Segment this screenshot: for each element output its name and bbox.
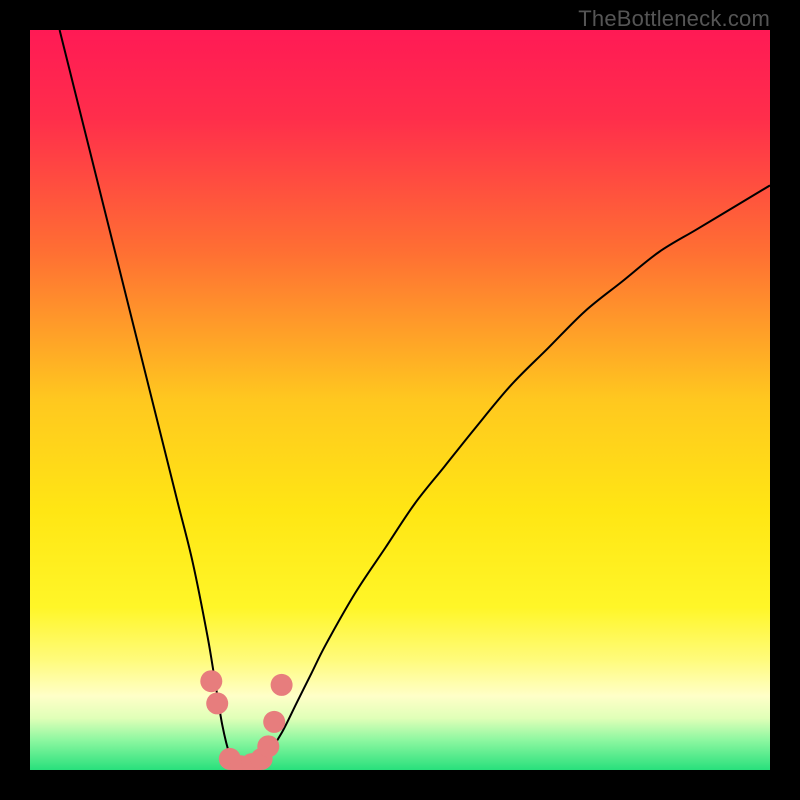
highlight-dot	[200, 670, 222, 692]
highlight-dot	[206, 692, 228, 714]
highlight-dot	[257, 735, 279, 757]
curve-layer	[30, 30, 770, 770]
highlight-dots	[200, 670, 292, 770]
watermark-text: TheBottleneck.com	[578, 6, 770, 32]
bottleneck-curve	[60, 30, 770, 770]
highlight-dot	[263, 711, 285, 733]
plot-area	[30, 30, 770, 770]
chart-frame: TheBottleneck.com	[0, 0, 800, 800]
highlight-dot	[271, 674, 293, 696]
